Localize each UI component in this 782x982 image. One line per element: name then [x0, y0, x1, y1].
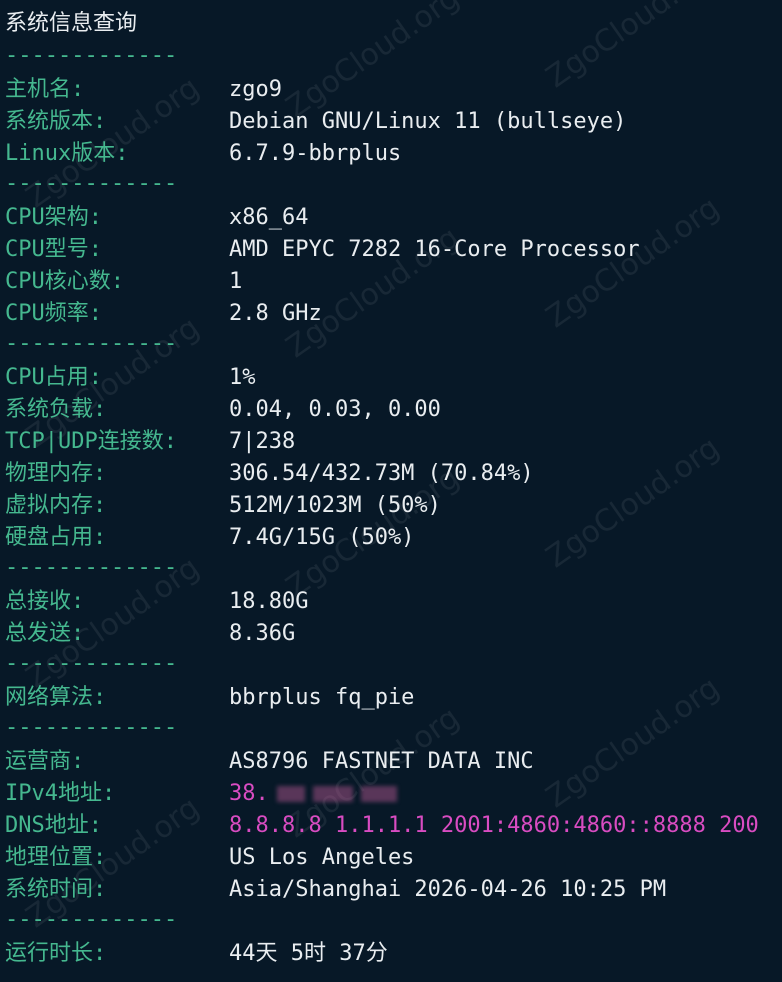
cpu-freq-value: 2.8 GHz: [229, 301, 322, 326]
virt-mem-label: 虚拟内存:: [5, 493, 107, 518]
sys-time-label: 系统时间:: [5, 877, 107, 902]
uptime-value: 44天 5时 37分: [229, 941, 388, 966]
ipv4-label: IPv4地址:: [5, 781, 116, 806]
disk-value: 7.4G/15G (50%): [229, 525, 415, 550]
linux-version-value: 6.7.9-bbrplus: [229, 141, 402, 166]
watermark-text: ZgoCloud.org: [539, 670, 726, 815]
disk-label: 硬盘占用:: [5, 525, 107, 550]
separator: -------------: [5, 331, 178, 356]
phys-mem-value: 306.54/432.73M (70.84%): [229, 461, 534, 486]
sys-load-label: 系统负载:: [5, 397, 107, 422]
hostname-value: zgo9: [229, 77, 282, 102]
cpu-cores-label: CPU核心数:: [5, 269, 124, 294]
sys-load-value: 0.04, 0.03, 0.00: [229, 397, 441, 422]
congestion-value: bbrplus fq_pie: [229, 685, 415, 710]
os-version-value: Debian GNU/Linux 11 (bullseye): [229, 109, 627, 134]
total-tx-label: 总发送:: [5, 621, 85, 646]
uptime-label: 运行时长:: [5, 941, 107, 966]
cpu-arch-label: CPU架构:: [5, 205, 102, 230]
hostname-label: 主机名:: [5, 77, 85, 102]
linux-version-label: Linux版本:: [5, 141, 129, 166]
separator: -------------: [5, 555, 178, 580]
separator: -------------: [5, 651, 178, 676]
tcp-udp-value: 7|238: [229, 429, 296, 454]
cpu-model-label: CPU型号:: [5, 237, 102, 262]
virt-mem-value: 512M/1023M (50%): [229, 493, 441, 518]
separator: -------------: [5, 171, 178, 196]
separator: -------------: [5, 715, 178, 740]
location-value: US Los Angeles: [229, 845, 415, 870]
tcp-udp-label: TCP|UDP连接数:: [5, 429, 177, 454]
cpu-usage-label: CPU占用:: [5, 365, 102, 390]
location-label: 地理位置:: [5, 845, 107, 870]
dns-label: DNS地址:: [5, 813, 102, 838]
sys-time-value: Asia/Shanghai 2026-04-26 10:25 PM: [229, 877, 667, 902]
redacted-block: [312, 786, 353, 802]
redacted-block: [360, 786, 397, 802]
ipv4-value: 38.: [229, 778, 397, 810]
watermark-text: ZgoCloud.org: [539, 0, 726, 96]
total-tx-value: 8.36G: [229, 621, 296, 646]
ipv4-text: 38.: [229, 781, 269, 806]
dns-value: 8.8.8.8 1.1.1.1 2001:4860:4860::8888 200: [229, 813, 759, 838]
phys-mem-label: 物理内存:: [5, 461, 107, 486]
congestion-label: 网络算法:: [5, 685, 107, 710]
redacted-block: [276, 786, 305, 802]
page-title: 系统信息查询: [5, 11, 138, 36]
isp-label: 运营商:: [5, 749, 85, 774]
cpu-arch-value: x86_64: [229, 205, 309, 230]
total-rx-value: 18.80G: [229, 589, 309, 614]
separator: -------------: [5, 43, 178, 68]
os-version-label: 系统版本:: [5, 109, 107, 134]
cpu-model-value: AMD EPYC 7282 16-Core Processor: [229, 237, 640, 262]
separator: -------------: [5, 907, 178, 932]
total-rx-label: 总接收:: [5, 589, 85, 614]
cpu-freq-label: CPU频率:: [5, 301, 102, 326]
cpu-usage-value: 1%: [229, 365, 256, 390]
isp-value: AS8796 FASTNET DATA INC: [229, 749, 534, 774]
watermark-text: ZgoCloud.org: [539, 430, 726, 575]
cpu-cores-value: 1: [229, 269, 243, 294]
